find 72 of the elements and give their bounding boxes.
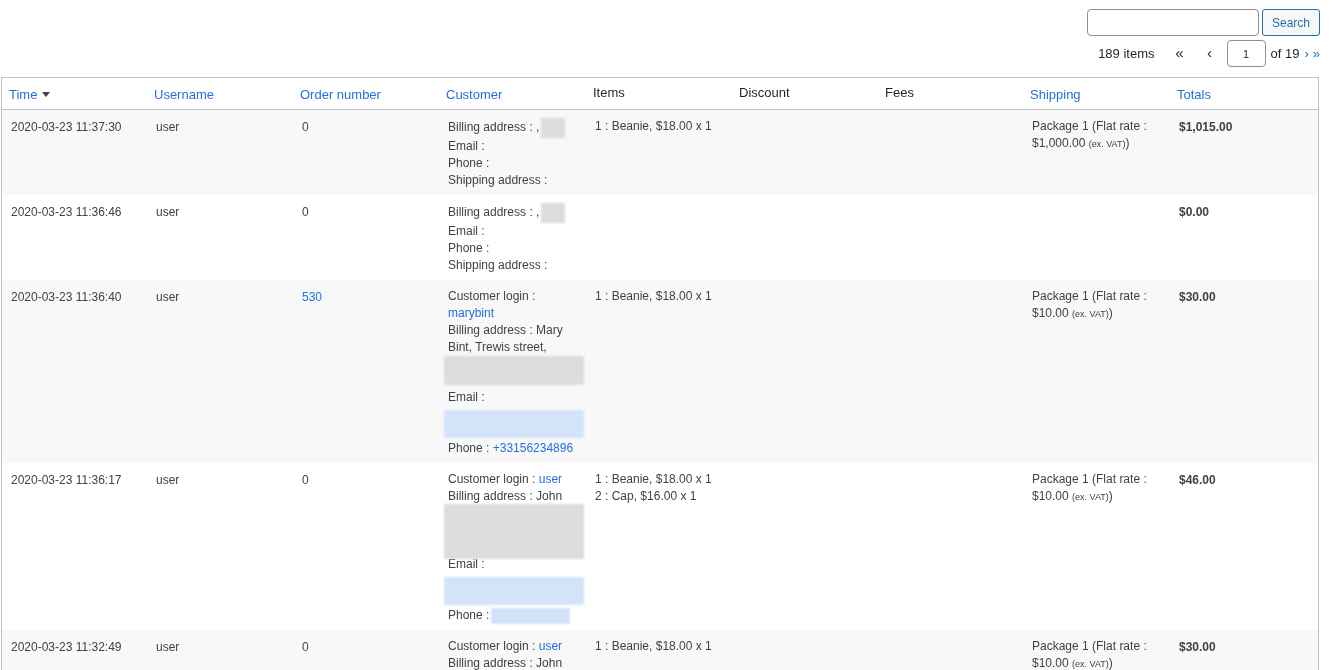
customer-detail: Shipping address :	[448, 258, 548, 272]
search-button[interactable]: Search	[1261, 9, 1320, 36]
order-cell: 0	[302, 473, 309, 487]
column-header: Items	[593, 83, 625, 102]
detail-link[interactable]: +33156234896	[492, 441, 574, 455]
redacted-block	[541, 203, 566, 223]
customer-detail: Email :	[448, 139, 485, 153]
item-line: 1 : Beanie, $18.00 x 1	[595, 471, 713, 488]
order-cell: 0	[302, 640, 309, 654]
username-cell: user	[156, 205, 180, 219]
column-header-link[interactable]: Time	[9, 84, 51, 105]
time-cell: 2020-03-23 11:32:49	[11, 640, 122, 654]
detail-link[interactable]: marybint	[448, 306, 494, 320]
order-cell: 0	[302, 120, 309, 134]
shipping-cell-text: Package 1 (Flat rate : $1,000.00 (ex. VAT))	[1032, 118, 1148, 152]
total-cell: $30.00	[1179, 290, 1216, 304]
customer-detail: Phone :	[448, 608, 490, 622]
order-cell: 0	[302, 205, 309, 219]
customer-detail: Billing address : ,	[448, 205, 540, 220]
column-header-link[interactable]: Customer	[446, 84, 503, 105]
first-page-button[interactable]: «	[1164, 42, 1195, 65]
item-line: 1 : Beanie, $18.00 x 1	[595, 638, 713, 655]
page-field[interactable]: 1	[1226, 40, 1266, 67]
column-header-link[interactable]: Order number	[300, 84, 381, 105]
total-cell: $0.00	[1179, 205, 1210, 219]
shipping-cell-text: Package 1 (Flat rate : $10.00 (ex. VAT))	[1032, 471, 1148, 505]
customer-detail: Customer login :	[448, 472, 536, 486]
order-link[interactable]: 530	[302, 290, 323, 304]
customer-detail: Phone :	[448, 156, 490, 170]
last-page-link[interactable]: »	[1312, 43, 1320, 64]
column-header-link[interactable]: Shipping	[1030, 84, 1081, 105]
customer-detail: Email :	[448, 557, 485, 571]
shipping-cell-text: Package 1 (Flat rate : $10.00 (ex. VAT))	[1032, 288, 1148, 322]
total-cell: $46.00	[1179, 473, 1216, 487]
sort-caret-icon	[42, 92, 51, 97]
item-line: 1 : Beanie, $18.00 x 1	[595, 118, 713, 135]
page-total: of 19	[1270, 44, 1300, 63]
customer-detail: Phone :	[448, 241, 490, 255]
username-cell: user	[156, 120, 180, 134]
redacted-block	[541, 118, 566, 138]
column-header-link[interactable]: Username	[154, 84, 214, 105]
column-header: Discount	[739, 83, 790, 102]
customer-detail: Customer login :	[448, 639, 536, 653]
username-cell: user	[156, 473, 180, 487]
item-line: 2 : Cap, $16.00 x 1	[595, 488, 698, 505]
search-field[interactable]	[1086, 9, 1259, 36]
customer-detail: Billing address : Mary Bint, Trewis street,	[448, 323, 563, 354]
item-line: 1 : Beanie, $18.00 x 1	[595, 288, 713, 305]
previous-page-button[interactable]: ‹	[1194, 42, 1225, 65]
username-cell: user	[156, 290, 180, 304]
detail-link[interactable]: user	[538, 472, 563, 486]
time-cell: 2020-03-23 11:36:40	[11, 290, 122, 304]
total-cell: $30.00	[1179, 640, 1216, 654]
detail-link[interactable]: user	[538, 639, 563, 653]
time-cell: 2020-03-23 11:36:46	[11, 205, 122, 219]
username-cell: user	[156, 640, 180, 654]
customer-detail: Billing address : John	[448, 489, 563, 503]
customer-detail: Shipping address :	[448, 173, 548, 187]
shipping-cell-text: Package 1 (Flat rate : $10.00 (ex. VAT))	[1032, 638, 1148, 670]
customer-detail: Billing address : John	[448, 656, 563, 670]
next-page-link[interactable]: ›	[1304, 43, 1309, 64]
customer-detail: Customer login :	[448, 289, 536, 303]
total-cell: $1,015.00	[1179, 120, 1233, 134]
column-header: Fees	[885, 83, 914, 102]
customer-detail: Phone :	[448, 441, 490, 455]
customer-detail: Email :	[448, 224, 485, 238]
customer-detail: Email :	[448, 390, 485, 404]
column-header-link[interactable]: Totals	[1177, 84, 1211, 105]
item-count: 189 items	[1098, 44, 1155, 63]
time-cell: 2020-03-23 11:36:17	[11, 473, 122, 487]
time-cell: 2020-03-23 11:37:30	[11, 120, 122, 134]
customer-detail: Billing address : ,	[448, 120, 540, 135]
